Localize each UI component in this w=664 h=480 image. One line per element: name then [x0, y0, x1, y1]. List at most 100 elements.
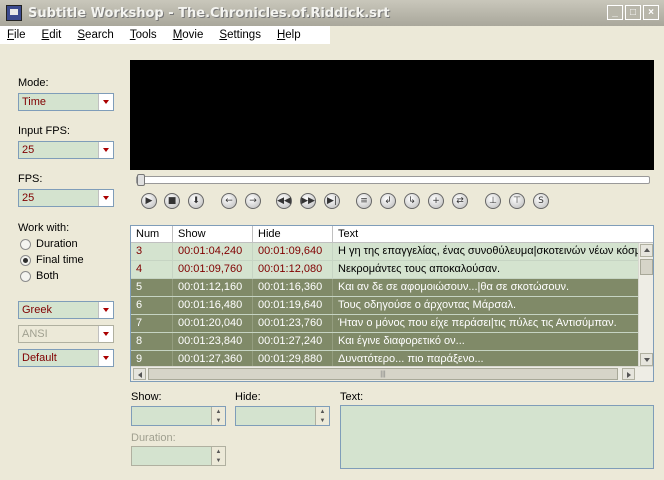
next-icon[interactable]: ▶|	[324, 193, 340, 209]
fast-forward-icon[interactable]: ▶▶	[300, 193, 316, 209]
subtitle-text-field[interactable]	[340, 405, 654, 469]
download-icon[interactable]: ⬇	[188, 193, 204, 209]
cell-text: Τους οδηγούσε ο άρχοντας Μάρσαλ.	[338, 299, 517, 311]
subtitle-grid[interactable]: Num Show Hide Text 3 00:01:04,240 00:01:09…	[130, 225, 654, 382]
cell-show: 00:01:04,240	[173, 243, 253, 260]
spin-up-icon[interactable]: ▲	[212, 407, 225, 416]
show-time-field[interactable]: ▲ ▼	[131, 406, 226, 426]
spin-down-icon: ▼	[215, 457, 222, 464]
chevron-down-icon[interactable]	[98, 94, 113, 110]
horizontal-scrollbar[interactable]: |||	[131, 366, 653, 381]
cell-num: 3	[131, 243, 173, 260]
charset-value: Greek	[22, 304, 52, 316]
table-row[interactable]: 6 00:01:16,480 00:01:19,640 Τους οδηγούσε ο…	[131, 297, 638, 315]
radio-duration[interactable]: Duration	[20, 238, 78, 250]
minimize-button[interactable]: _	[607, 5, 623, 20]
scroll-right-button[interactable]	[622, 368, 635, 380]
mode-value: Time	[22, 96, 47, 108]
vertical-scrollbar[interactable]	[638, 243, 653, 367]
menu-label-rest: ovie	[182, 29, 204, 41]
scroll-thumb[interactable]	[640, 259, 653, 275]
column-header-hide[interactable]: Hide	[253, 226, 333, 243]
menu-label-rest: ettings	[227, 29, 261, 41]
cell-show: 00:01:09,760	[173, 261, 253, 278]
duration-label: Duration:	[131, 432, 176, 444]
charset-select[interactable]: Greek	[18, 301, 114, 319]
radio-label: Both	[36, 270, 59, 282]
radio-both[interactable]: Both	[20, 270, 59, 282]
spin-down-icon[interactable]: ▼	[316, 416, 329, 425]
set-start-icon[interactable]: ↲	[380, 193, 396, 209]
style-value: Default	[22, 352, 57, 364]
cell-num: 8	[131, 333, 173, 350]
hide-label: Hide:	[235, 391, 261, 403]
play-icon[interactable]: ▶	[141, 193, 157, 209]
cell-hide: 00:01:12,080	[253, 261, 333, 278]
hide-time-field[interactable]: ▲ ▼	[235, 406, 330, 426]
column-header-show[interactable]: Show	[173, 226, 253, 243]
table-row[interactable]: 3 00:01:04,240 00:01:09,640 Η γη της επαγγε…	[131, 243, 638, 261]
forward-icon[interactable]: →	[245, 193, 261, 209]
close-button[interactable]: ×	[643, 5, 659, 20]
table-row[interactable]: 8 00:01:23,840 00:01:27,240 Και έγινε διαφο…	[131, 333, 638, 351]
menu-label-rest: ools	[135, 29, 157, 41]
chevron-down-icon[interactable]	[98, 350, 113, 366]
mark-start-icon[interactable]: ⊥	[485, 193, 501, 209]
cell-text: Και αν δε σε αφομοιώσουν...|θα σε σκοτώσ…	[338, 281, 570, 293]
seek-bar[interactable]	[136, 176, 650, 184]
work-with-label: Work with:	[18, 222, 70, 234]
stop-icon[interactable]: ■	[164, 193, 180, 209]
menu-movie[interactable]: Movie	[165, 29, 212, 41]
column-header-text[interactable]: Text	[333, 226, 653, 243]
radio-final-time[interactable]: Final time	[20, 254, 84, 266]
radio-dot[interactable]	[20, 270, 31, 282]
radio-dot[interactable]	[20, 254, 31, 266]
menu-settings[interactable]: Settings	[211, 29, 269, 41]
menu-help[interactable]: Help	[269, 29, 309, 41]
align-icon[interactable]: ≡	[356, 193, 372, 209]
cell-show: 00:01:20,040	[173, 315, 253, 332]
cell-hide: 00:01:19,640	[253, 297, 333, 314]
mode-label: Mode:	[18, 77, 49, 89]
scroll-up-button[interactable]	[640, 244, 653, 257]
cell-show: 00:01:23,840	[173, 333, 253, 350]
table-row[interactable]: 7 00:01:20,040 00:01:23,760 Ήταν ο μόνος πο…	[131, 315, 638, 333]
input-fps-select[interactable]: 25	[18, 141, 114, 159]
back-icon[interactable]: ←	[221, 193, 237, 209]
cell-text: Νεκρομάντες τους αποκαλούσαν.	[338, 263, 501, 275]
column-header-num[interactable]: Num	[131, 226, 173, 243]
menu-label-rest: elp	[285, 29, 301, 41]
chevron-down-icon[interactable]	[98, 142, 113, 158]
scroll-left-button[interactable]	[133, 368, 146, 380]
menu-label-rest: earch	[85, 29, 114, 41]
menu-file[interactable]: File	[0, 29, 34, 41]
seek-handle[interactable]	[137, 174, 145, 186]
menu-edit[interactable]: Edit	[34, 29, 70, 41]
adjust-icon[interactable]: ⇄	[452, 193, 468, 209]
spin-down-icon[interactable]: ▼	[212, 416, 225, 425]
scroll-down-button[interactable]	[640, 353, 653, 366]
table-row[interactable]: 5 00:01:12,160 00:01:16,360 Και αν δε σε αφ…	[131, 279, 638, 297]
s-icon[interactable]: S	[533, 193, 549, 209]
style-select[interactable]: Default	[18, 349, 114, 367]
add-icon[interactable]: +	[428, 193, 444, 209]
spin-up-icon[interactable]: ▲	[316, 407, 329, 416]
menu-mnemonic: M	[172, 29, 183, 41]
video-preview[interactable]	[130, 60, 654, 170]
rewind-icon[interactable]: ◀◀	[276, 193, 292, 209]
hscroll-thumb[interactable]: |||	[148, 368, 618, 380]
maximize-button[interactable]: □	[625, 5, 641, 20]
radio-dot[interactable]	[20, 238, 31, 250]
cell-text: Η γη της επαγγελίας, ένας συνοθύλευμα|σκ…	[338, 245, 638, 257]
mark-end-icon[interactable]: ⊤	[509, 193, 525, 209]
chevron-down-icon[interactable]	[98, 190, 113, 206]
set-end-icon[interactable]: ↳	[404, 193, 420, 209]
menu-tools[interactable]: Tools	[122, 29, 165, 41]
chevron-down-icon[interactable]	[98, 302, 113, 318]
table-row[interactable]: 4 00:01:09,760 00:01:12,080 Νεκρομάντες του…	[131, 261, 638, 279]
input-fps-label: Input FPS:	[18, 125, 70, 137]
menu-search[interactable]: Search	[69, 29, 121, 41]
chevron-down-icon	[98, 326, 113, 342]
fps-select[interactable]: 25	[18, 189, 114, 207]
mode-select[interactable]: Time	[18, 93, 114, 111]
